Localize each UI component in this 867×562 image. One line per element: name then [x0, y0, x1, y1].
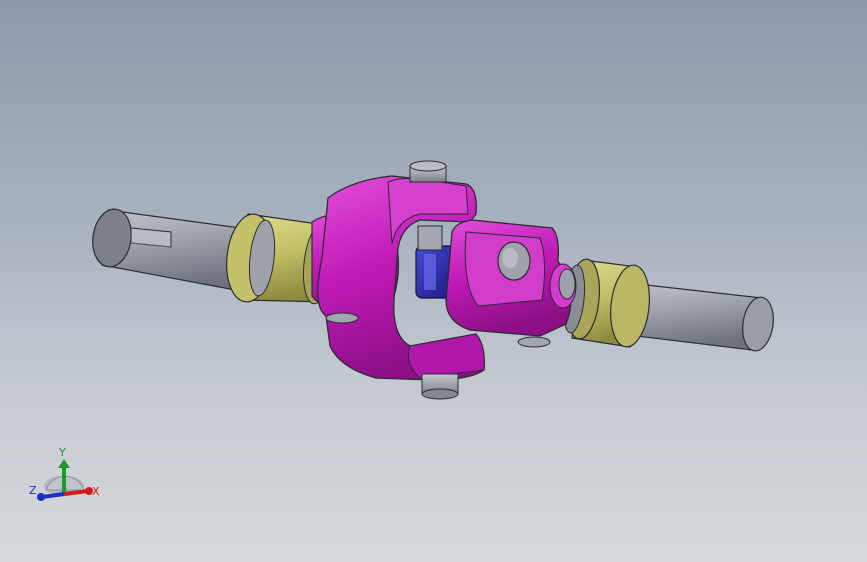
x-axis-label: X: [92, 485, 100, 498]
pin-left: [325, 312, 359, 324]
y-axis-label: Y: [58, 446, 66, 459]
pin-top: [409, 160, 447, 183]
graphics-viewport[interactable]: Y X Z: [0, 0, 867, 562]
z-axis-arrow: [37, 492, 65, 501]
pin-bottom: [421, 373, 459, 400]
z-axis-label: Z: [29, 484, 37, 497]
reference-triad[interactable]: Y X Z: [29, 446, 100, 501]
right-bushing[interactable]: [561, 258, 654, 349]
pin-right-bottom: [517, 336, 551, 348]
model-canvas[interactable]: Y X Z: [0, 0, 867, 562]
pin-face: [497, 241, 531, 281]
